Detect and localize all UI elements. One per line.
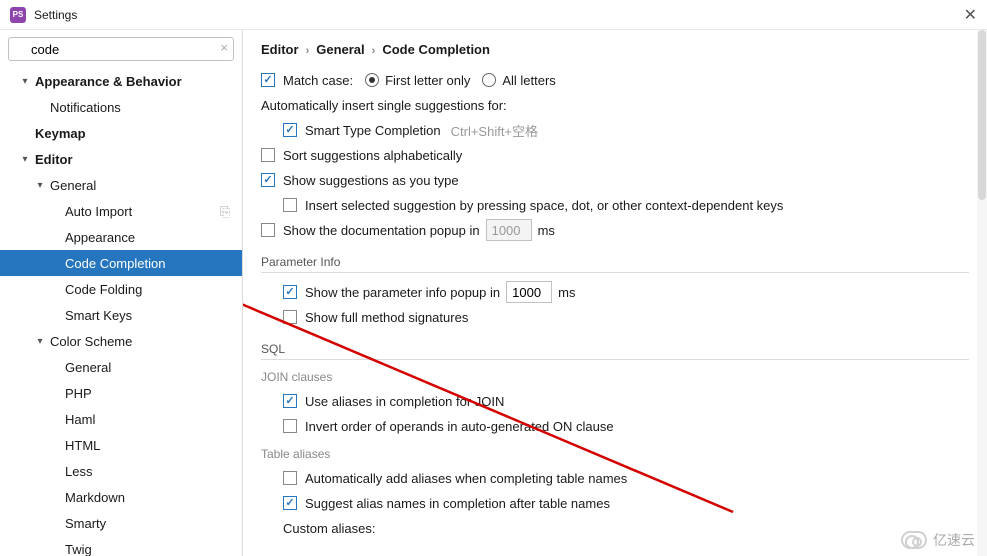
tree-item[interactable]: General	[0, 354, 242, 380]
tree-item[interactable]: Appearance	[0, 224, 242, 250]
auto-insert-label: Automatically insert single suggestions …	[261, 98, 507, 113]
settings-badge-icon: ⎘	[220, 204, 234, 218]
param-delay-input[interactable]	[506, 281, 552, 303]
tree-item-label: HTML	[65, 438, 234, 453]
tree-item-label: General	[65, 360, 234, 375]
chevron-down-icon: ▾	[30, 336, 50, 347]
app-icon	[10, 7, 26, 23]
chevron-down-icon: ▾	[15, 76, 35, 87]
tree-item[interactable]: ▾Color Scheme	[0, 328, 242, 354]
first-letter-radio[interactable]	[365, 73, 379, 87]
show-param-checkbox[interactable]	[283, 285, 297, 299]
auto-alias-checkbox[interactable]	[283, 471, 297, 485]
tree-item-label: Auto Import	[65, 204, 220, 219]
tree-item-label: Editor	[35, 152, 234, 167]
sql-header: SQL	[261, 342, 969, 360]
tree-item[interactable]: Notifications	[0, 94, 242, 120]
tree-item[interactable]: Code Completion	[0, 250, 242, 276]
content-pane: Editor›General›Code Completion Match cas…	[243, 30, 987, 556]
tree-item[interactable]: HTML	[0, 432, 242, 458]
parameter-info-header: Parameter Info	[261, 255, 969, 273]
tree-item-label: Smart Keys	[65, 308, 234, 323]
scrollbar-thumb[interactable]	[978, 30, 986, 200]
tree-item[interactable]: Less	[0, 458, 242, 484]
tree-item-label: Code Folding	[65, 282, 234, 297]
tree-item[interactable]: Smarty	[0, 510, 242, 536]
use-aliases-checkbox[interactable]	[283, 394, 297, 408]
smart-type-checkbox[interactable]	[283, 123, 297, 137]
tree-item-label: Less	[65, 464, 234, 479]
tree-item-label: Color Scheme	[50, 334, 234, 349]
join-header: JOIN clauses	[261, 370, 969, 384]
chevron-down-icon: ▾	[15, 154, 35, 165]
tree-item[interactable]: Smart Keys	[0, 302, 242, 328]
tree-item-label: Appearance & Behavior	[35, 74, 234, 89]
tree-item[interactable]: ▾General	[0, 172, 242, 198]
clear-icon[interactable]: ×	[220, 40, 228, 55]
tree-item-label: Keymap	[35, 126, 234, 141]
tree-item-label: Twig	[65, 542, 234, 556]
search-input[interactable]	[8, 37, 234, 61]
custom-alias-label: Custom aliases:	[283, 521, 375, 536]
invert-order-checkbox[interactable]	[283, 419, 297, 433]
suggest-alias-checkbox[interactable]	[283, 496, 297, 510]
chevron-down-icon: ▾	[30, 180, 50, 191]
match-case-label: Match case:	[283, 73, 353, 88]
tree-item[interactable]: PHP	[0, 380, 242, 406]
breadcrumb: Editor›General›Code Completion	[261, 42, 969, 57]
tree-item-label: PHP	[65, 386, 234, 401]
tree-item[interactable]: ▾Appearance & Behavior	[0, 68, 242, 94]
tree-item[interactable]: ▾Editor	[0, 146, 242, 172]
tree-item[interactable]: Auto Import⎘	[0, 198, 242, 224]
sidebar: ⌕ × ▾Appearance & BehaviorNotificationsK…	[0, 30, 243, 556]
close-icon[interactable]: ✕	[964, 5, 977, 25]
insert-space-checkbox[interactable]	[283, 198, 297, 212]
doc-delay-input	[486, 219, 532, 241]
match-case-checkbox[interactable]	[261, 73, 275, 87]
scrollbar[interactable]	[977, 30, 987, 556]
tree-item[interactable]: Code Folding	[0, 276, 242, 302]
tree-item-label: Appearance	[65, 230, 234, 245]
show-type-checkbox[interactable]	[261, 173, 275, 187]
sort-alpha-checkbox[interactable]	[261, 148, 275, 162]
watermark-icon	[901, 531, 927, 549]
tree-item[interactable]: Twig	[0, 536, 242, 556]
window-title: Settings	[34, 8, 77, 22]
smart-type-shortcut: Ctrl+Shift+空格	[451, 121, 538, 140]
title-bar: Settings ✕	[0, 0, 987, 30]
tree-item[interactable]: Markdown	[0, 484, 242, 510]
all-letters-radio[interactable]	[482, 73, 496, 87]
watermark: 亿速云	[901, 530, 975, 550]
tree-item-label: Notifications	[50, 100, 234, 115]
show-doc-checkbox[interactable]	[261, 223, 275, 237]
tree-item-label: General	[50, 178, 234, 193]
tree-item[interactable]: Haml	[0, 406, 242, 432]
tree-item-label: Smarty	[65, 516, 234, 531]
tree-item-label: Markdown	[65, 490, 234, 505]
tree-item-label: Code Completion	[65, 256, 234, 271]
table-alias-header: Table aliases	[261, 447, 969, 461]
settings-tree: ▾Appearance & BehaviorNotificationsKeyma…	[0, 68, 242, 556]
tree-item[interactable]: Keymap	[0, 120, 242, 146]
tree-item-label: Haml	[65, 412, 234, 427]
show-full-checkbox[interactable]	[283, 310, 297, 324]
